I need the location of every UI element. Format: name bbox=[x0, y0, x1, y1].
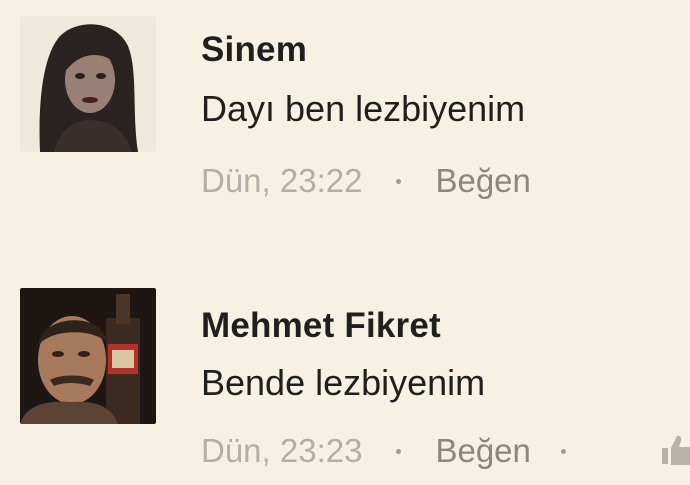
profile-photo bbox=[20, 16, 156, 152]
avatar[interactable] bbox=[20, 16, 156, 152]
comment-meta: Dün, 23:23 Beğen bbox=[201, 432, 594, 470]
comment-text: Bende lezbiyenim bbox=[201, 362, 486, 403]
thumbs-up-icon[interactable] bbox=[660, 432, 690, 470]
like-button[interactable]: Beğen bbox=[435, 162, 530, 200]
comment-text: Dayı ben lezbiyenim bbox=[201, 88, 526, 129]
separator-dot bbox=[396, 448, 402, 454]
profile-photo bbox=[20, 288, 156, 424]
separator-dot bbox=[560, 448, 566, 454]
comment-timestamp[interactable]: Dün, 23:23 bbox=[201, 432, 362, 470]
avatar[interactable] bbox=[20, 288, 156, 424]
comment-item: Sinem Dayı ben lezbiyenim Dün, 23:22 Beğ… bbox=[0, 0, 690, 240]
comment-timestamp[interactable]: Dün, 23:22 bbox=[201, 162, 362, 200]
comment-author[interactable]: Mehmet Fikret bbox=[201, 306, 441, 346]
like-button[interactable]: Beğen bbox=[435, 432, 530, 470]
comment-author[interactable]: Sinem bbox=[201, 30, 307, 70]
separator-dot bbox=[396, 178, 402, 184]
comment-item: Mehmet Fikret Bende lezbiyenim Dün, 23:2… bbox=[0, 270, 690, 485]
comment-meta: Dün, 23:22 Beğen bbox=[201, 162, 531, 200]
